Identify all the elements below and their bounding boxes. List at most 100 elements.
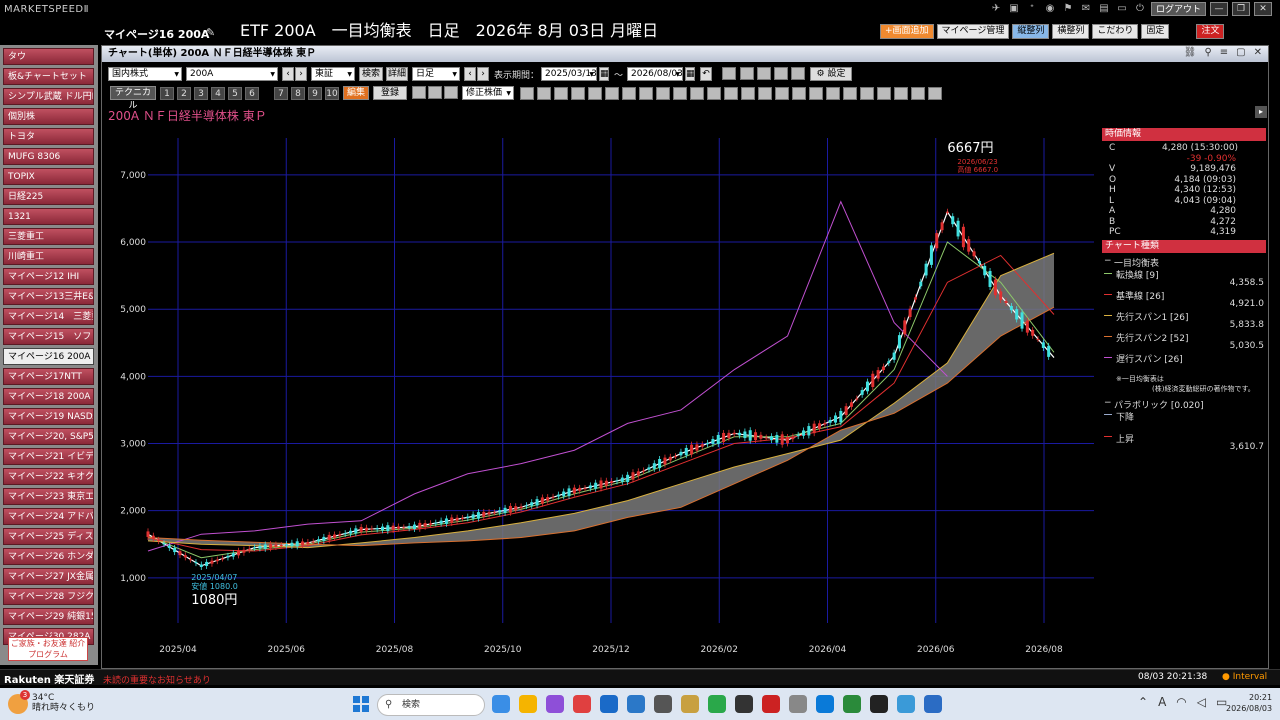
drawing-tool-icon[interactable] <box>928 87 942 100</box>
sidebar-item[interactable]: 1321 <box>3 208 94 225</box>
settings-button[interactable]: ⚙ 設定 <box>810 67 852 81</box>
undo-icon[interactable]: ↶ <box>700 67 712 81</box>
crosshair-tool-icon[interactable] <box>740 67 754 80</box>
technical-number-button[interactable]: 10 <box>325 87 339 100</box>
sidebar-item[interactable]: マイページ29 純銀154 <box>3 608 94 625</box>
logout-button[interactable]: ログアウト <box>1150 2 1206 16</box>
indicator-name[interactable]: 転換線 [9] <box>1116 268 1159 281</box>
technical-number-button[interactable]: 8 <box>291 87 305 100</box>
drawing-tool-icon[interactable] <box>758 87 772 100</box>
wifi-icon[interactable]: ◠ <box>1176 695 1186 709</box>
taskbar-app-icon[interactable] <box>816 695 834 713</box>
zoom-out-icon[interactable] <box>428 86 442 99</box>
prev-arrow-button[interactable]: ‹ <box>282 67 294 81</box>
taskbar-clock[interactable]: 20:21 2026/08/03 <box>1226 692 1272 714</box>
sidebar-item[interactable]: マイページ25 ディスコ <box>3 528 94 545</box>
sidebar-item[interactable]: マイページ20, S&P50 <box>3 428 94 445</box>
drawing-tool-icon[interactable] <box>656 87 670 100</box>
sidebar-item[interactable]: マイページ22 キオクシ <box>3 468 94 485</box>
chevron-up-icon[interactable]: ⌃ <box>1138 695 1148 709</box>
print-icon[interactable] <box>774 67 788 80</box>
maximize-icon[interactable]: ▢ <box>1236 47 1245 58</box>
sidebar-item[interactable]: マイページ13三井E&S <box>3 288 94 305</box>
sidebar-item[interactable]: マイページ15 ソフトバ <box>3 328 94 345</box>
taskbar-app-icon[interactable] <box>870 695 888 713</box>
taskbar-app-icon[interactable] <box>924 695 942 713</box>
taskbar-app-icon[interactable] <box>681 695 699 713</box>
flag-icon[interactable]: ⚑ <box>1061 2 1075 16</box>
period-prev-button[interactable]: ‹ <box>464 67 476 81</box>
drawing-tool-icon[interactable] <box>877 87 891 100</box>
referral-banner[interactable]: ご家族・お友達 紹介プログラム <box>8 637 88 661</box>
volume-icon[interactable]: ◁ <box>1197 695 1206 709</box>
taskbar-app-icon[interactable] <box>519 695 537 713</box>
taskbar-app-icon[interactable] <box>627 695 645 713</box>
technical-number-button[interactable]: 9 <box>308 87 322 100</box>
calendar-to-icon[interactable]: ▦ <box>685 67 695 81</box>
sidebar-item[interactable]: 日経225 <box>3 188 94 205</box>
drawing-tool-icon[interactable] <box>843 87 857 100</box>
panel-toggle-icon[interactable]: ▸ <box>1255 106 1267 118</box>
sidebar-item[interactable]: MUFG 8306 <box>3 148 94 165</box>
ime-icon[interactable]: A <box>1158 695 1166 709</box>
horizontal-align-button[interactable]: 横整列 <box>1052 24 1090 39</box>
period-next-button[interactable]: › <box>477 67 489 81</box>
book-icon[interactable]: ▤ <box>1097 2 1111 16</box>
alert-icon[interactable]: ᐩ <box>1025 2 1039 16</box>
sidebar-item[interactable]: 個別株 <box>3 108 94 125</box>
taskbar-app-icon[interactable] <box>573 695 591 713</box>
drawing-tool-icon[interactable] <box>537 87 551 100</box>
sidebar-item[interactable]: マイページ21 イビデン <box>3 448 94 465</box>
drawing-tool-icon[interactable] <box>826 87 840 100</box>
date-to-input[interactable]: 2026/08/03 <box>627 67 683 81</box>
sidebar-item[interactable]: トヨタ <box>3 128 94 145</box>
drawing-tool-icon[interactable] <box>860 87 874 100</box>
sidebar-item[interactable]: 三菱重工 <box>3 228 94 245</box>
windows-start-icon[interactable] <box>352 695 370 713</box>
chart-canvas[interactable]: 1,000 2,000 3,000 4,000 5,000 6,000 7,000 2025/… <box>102 118 1102 678</box>
technical-number-button[interactable]: 3 <box>194 87 208 100</box>
vertical-align-button[interactable]: 縦整列 <box>1012 24 1050 39</box>
drawing-tool-icon[interactable] <box>673 87 687 100</box>
export-icon[interactable] <box>791 67 805 80</box>
drawing-tool-icon[interactable] <box>792 87 806 100</box>
drawing-tool-icon[interactable] <box>741 87 755 100</box>
sidebar-item[interactable]: マイページ14 三菱重 <box>3 308 94 325</box>
sidebar-item[interactable]: マイページ28 フジクラ <box>3 588 94 605</box>
technical-number-button[interactable]: 1 <box>160 87 174 100</box>
adjusted-price-select[interactable]: 修正株価 <box>462 86 514 100</box>
period-select[interactable]: 日足 <box>412 67 460 81</box>
register-button[interactable]: 登録 <box>373 86 407 100</box>
indicator-name[interactable]: 先行スパン2 [52] <box>1116 331 1189 344</box>
order-button[interactable]: 注文 <box>1196 24 1225 39</box>
pencil-icon[interactable]: ✎ <box>206 26 215 39</box>
taskbar-app-icon[interactable] <box>762 695 780 713</box>
close-button[interactable]: ✕ <box>1254 2 1272 16</box>
sidebar-item[interactable]: マイページ24 アドバン <box>3 508 94 525</box>
sidebar-item[interactable]: シンプル武蔵 ドル円Big <box>3 88 94 105</box>
sidebar-item[interactable]: マイページ26 ホンダ <box>3 548 94 565</box>
drawing-tool-icon[interactable] <box>520 87 534 100</box>
sidebar-item[interactable]: 板&チャートセット <box>3 68 94 85</box>
drawing-tool-icon[interactable] <box>809 87 823 100</box>
taskbar-app-icon[interactable] <box>789 695 807 713</box>
notice-link[interactable]: 未読の重要なお知らせあり <box>103 673 211 686</box>
taskbar-app-icon[interactable] <box>600 695 618 713</box>
edit-button[interactable]: 編集 <box>343 86 369 100</box>
drawing-tool-icon[interactable] <box>571 87 585 100</box>
search-button[interactable]: 検索 <box>359 67 383 81</box>
fixed-button[interactable]: 固定 <box>1141 24 1170 39</box>
calendar-from-icon[interactable]: ▦ <box>599 67 609 81</box>
taskbar-app-icon[interactable] <box>654 695 672 713</box>
cursor-tool-icon[interactable] <box>722 67 736 80</box>
drawing-tool-icon[interactable] <box>724 87 738 100</box>
technical-number-button[interactable]: 7 <box>274 87 288 100</box>
collapse-icon[interactable]: − <box>1104 256 1112 266</box>
drawing-tool-icon[interactable] <box>554 87 568 100</box>
technical-button[interactable]: テクニカル <box>110 86 156 111</box>
collapse-icon[interactable]: − <box>1104 398 1112 408</box>
link-icon[interactable]: ⛓ <box>1184 47 1197 58</box>
taskbar-app-icon[interactable] <box>843 695 861 713</box>
add-screen-button[interactable]: +画面追加 <box>880 24 934 39</box>
code-select[interactable]: 200A <box>186 67 278 81</box>
